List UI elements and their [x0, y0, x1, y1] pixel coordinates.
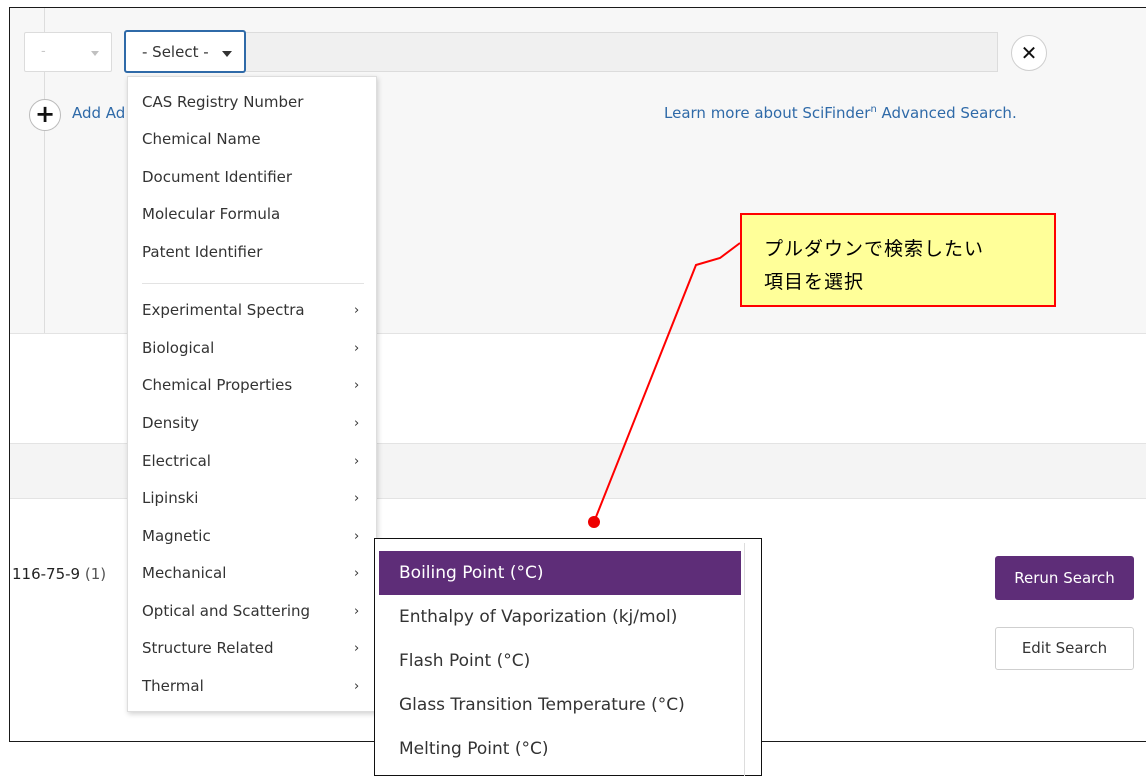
field-select[interactable]: - Select -: [124, 30, 246, 73]
chevron-down-icon: [91, 51, 99, 56]
chevron-right-icon: ›: [354, 604, 360, 619]
menu-item-document-identifier[interactable]: Document Identifier: [142, 168, 292, 186]
submenu-item-flash-point[interactable]: Flash Point (°C): [379, 639, 741, 683]
menu-item-biological[interactable]: Biological: [142, 339, 214, 357]
rerun-search-button[interactable]: Rerun Search: [995, 556, 1134, 600]
search-input[interactable]: [246, 32, 998, 72]
result-count: (1): [84, 565, 107, 583]
chevron-down-icon: [222, 51, 232, 57]
callout-text-line1: プルダウンで検索したい: [764, 238, 985, 260]
result-id-value: 116-75-9: [12, 565, 81, 583]
submenu-item-enthalpy-of-vaporization[interactable]: Enthalpy of Vaporization (kj/mol): [379, 595, 741, 639]
learn-more-link[interactable]: Learn more about SciFindern Advanced Sea…: [664, 104, 1017, 122]
menu-item-chemical-name[interactable]: Chemical Name: [142, 130, 261, 148]
operator-value: -: [41, 44, 46, 59]
learn-more-text: Learn more about SciFinder: [664, 104, 871, 122]
menu-item-cas-registry-number[interactable]: CAS Registry Number: [142, 93, 303, 111]
menu-item-structure-related[interactable]: Structure Related: [142, 639, 274, 657]
annotation-callout: プルダウンで検索したい 項目を選択: [740, 213, 1056, 307]
learn-more-tail: Advanced Search.: [876, 104, 1017, 122]
close-icon[interactable]: ✕: [1011, 35, 1047, 71]
chevron-right-icon: ›: [354, 303, 360, 318]
menu-item-experimental-spectra[interactable]: Experimental Spectra: [142, 301, 305, 319]
menu-item-chemical-properties[interactable]: Chemical Properties: [142, 376, 292, 394]
chevron-right-icon: ›: [354, 416, 360, 431]
thermal-submenu: Boiling Point (°C) Enthalpy of Vaporizat…: [374, 538, 762, 776]
field-dropdown-menu: CAS Registry Number Chemical Name Docume…: [127, 76, 377, 712]
result-identifier[interactable]: 116-75-9 (1): [12, 565, 106, 583]
menu-item-molecular-formula[interactable]: Molecular Formula: [142, 205, 280, 223]
thermal-submenu-list: Boiling Point (°C) Enthalpy of Vaporizat…: [379, 543, 745, 776]
edit-search-button[interactable]: Edit Search: [995, 627, 1134, 670]
menu-item-electrical[interactable]: Electrical: [142, 452, 211, 470]
submenu-item-glass-transition-temperature[interactable]: Glass Transition Temperature (°C): [379, 683, 741, 727]
chevron-right-icon: ›: [354, 378, 360, 393]
menu-item-magnetic[interactable]: Magnetic: [142, 527, 211, 545]
chevron-right-icon: ›: [354, 679, 360, 694]
chevron-right-icon: ›: [354, 491, 360, 506]
add-advanced-link[interactable]: Add Ad: [72, 104, 126, 122]
submenu-item-melting-point[interactable]: Melting Point (°C): [379, 727, 741, 771]
chevron-right-icon: ›: [354, 641, 360, 656]
menu-item-patent-identifier[interactable]: Patent Identifier: [142, 243, 262, 261]
chevron-right-icon: ›: [354, 454, 360, 469]
submenu-item-boiling-point[interactable]: Boiling Point (°C): [379, 551, 741, 595]
chevron-right-icon: ›: [354, 566, 360, 581]
add-icon[interactable]: +: [29, 99, 61, 131]
menu-divider: [142, 283, 364, 284]
field-select-label: - Select -: [142, 43, 209, 61]
menu-item-thermal[interactable]: Thermal: [142, 677, 204, 695]
chevron-right-icon: ›: [354, 529, 360, 544]
menu-item-density[interactable]: Density: [142, 414, 199, 432]
menu-item-mechanical[interactable]: Mechanical: [142, 564, 226, 582]
chevron-right-icon: ›: [354, 341, 360, 356]
menu-item-optical-and-scattering[interactable]: Optical and Scattering: [142, 602, 310, 620]
operator-select[interactable]: -: [24, 32, 112, 72]
menu-item-lipinski[interactable]: Lipinski: [142, 489, 198, 507]
callout-text-line2: 項目を選択: [764, 271, 865, 293]
